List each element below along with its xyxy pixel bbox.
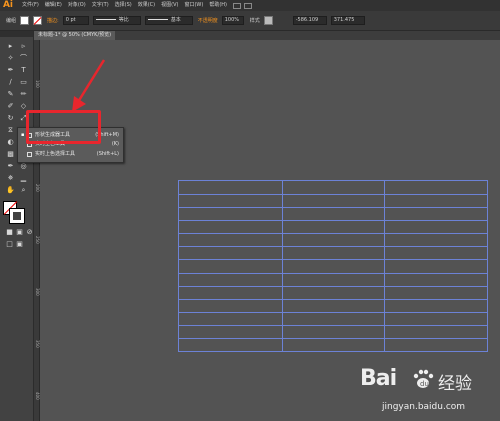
menu-file[interactable]: 文件(F) bbox=[22, 0, 39, 11]
style-label: 样式 bbox=[249, 18, 260, 24]
line-tool-icon[interactable]: ∕ bbox=[5, 77, 16, 87]
stroke-color-swatch[interactable] bbox=[33, 16, 43, 25]
paw-icon: du bbox=[413, 369, 434, 388]
direct-selection-tool-icon[interactable]: ▹ bbox=[18, 41, 29, 51]
flyout-item-label: 实时上色选择工具 bbox=[35, 151, 76, 157]
brush-line-icon bbox=[147, 19, 168, 20]
mesh-tool-icon[interactable]: ▩ bbox=[5, 149, 16, 159]
app-logo: Ai bbox=[2, 0, 14, 10]
screen-mode-icon[interactable]: ▣ bbox=[14, 239, 25, 249]
menu-window[interactable]: 窗口(W) bbox=[184, 0, 203, 11]
grid-row-line bbox=[179, 259, 487, 260]
svg-text:du: du bbox=[420, 380, 429, 388]
table-grid-artwork[interactable] bbox=[178, 180, 488, 352]
grid-row-line bbox=[179, 286, 487, 287]
brush-label: 基本 bbox=[170, 17, 181, 23]
symbol-sprayer-tool-icon[interactable]: ✵ bbox=[5, 173, 16, 183]
fill-color-swatch[interactable] bbox=[20, 16, 30, 25]
variable-width-profile-select[interactable]: 等比 bbox=[92, 16, 141, 25]
profile-line-icon bbox=[95, 19, 116, 20]
brush-definition-select[interactable]: 基本 bbox=[144, 16, 193, 25]
menu-type[interactable]: 文字(T) bbox=[92, 0, 109, 11]
ruler-mark: 100 bbox=[35, 80, 40, 88]
flyout-item-shortcut: (Shift+L) bbox=[96, 151, 119, 157]
width-field[interactable]: 371.475 bbox=[330, 16, 365, 25]
graphic-style-swatch[interactable] bbox=[263, 16, 273, 25]
grid-row-line bbox=[179, 246, 487, 247]
magic-wand-tool-icon[interactable]: ✧ bbox=[5, 53, 16, 63]
profile-label: 等比 bbox=[118, 17, 129, 23]
flyout-item-shortcut: (K) bbox=[111, 141, 119, 147]
menu-help[interactable]: 帮助(H) bbox=[209, 0, 227, 11]
menu-bar-icons bbox=[233, 2, 255, 9]
grid-row-line bbox=[179, 299, 487, 300]
menu-view[interactable]: 视图(V) bbox=[161, 0, 178, 11]
stroke-label[interactable]: 描边: bbox=[47, 17, 59, 24]
grid-row-line bbox=[179, 220, 487, 221]
tools-panel: ▸ ▹ ✧ ⌒ ✒ T ∕ ▭ ✎ ✏ ✐ ◇ ↻ ⤢ ⧖ ▢ ◐ ▦ ▩ ▤ … bbox=[0, 31, 34, 421]
watermark-url: jingyan.baidu.com bbox=[382, 402, 466, 412]
zoom-tool-icon[interactable]: ⌕ bbox=[18, 185, 29, 195]
width-tool-icon[interactable]: ⧖ bbox=[5, 125, 16, 135]
menu-effect[interactable]: 效果(C) bbox=[138, 0, 155, 11]
control-bar: 编组 描边: 0 pt 等比 基本 不透明度 100% 样式 -586.109 … bbox=[0, 11, 500, 31]
pencil-tool-icon[interactable]: ✏ bbox=[18, 89, 29, 99]
type-tool-icon[interactable]: T bbox=[18, 65, 29, 75]
grid-row-line bbox=[179, 273, 487, 274]
lasso-tool-icon[interactable]: ⌒ bbox=[18, 53, 29, 63]
blob-brush-tool-icon[interactable]: ✐ bbox=[5, 101, 16, 111]
menu-select[interactable]: 选择(S) bbox=[115, 0, 132, 11]
opacity-label[interactable]: 不透明度 bbox=[198, 17, 218, 24]
grid-column-line bbox=[282, 181, 283, 351]
bridge-icon[interactable] bbox=[233, 2, 241, 9]
grid-row-line bbox=[179, 207, 487, 208]
arrange-documents-icon[interactable] bbox=[244, 2, 252, 9]
pen-tool-icon[interactable]: ✒ bbox=[5, 65, 16, 75]
grid-row-line bbox=[179, 338, 487, 339]
document-tab-bar: 未标题-1* @ 50% (CMYK/预览) bbox=[34, 31, 500, 40]
stroke-weight-field[interactable]: 0 pt bbox=[62, 16, 89, 25]
menu-bar: Ai 文件(F) 编辑(E) 对象(O) 文字(T) 选择(S) 效果(C) 视… bbox=[0, 0, 500, 11]
hand-tool-icon[interactable]: ✋ bbox=[5, 185, 16, 195]
flyout-item-live-paint-selection[interactable]: 实时上色选择工具 (Shift+L) bbox=[18, 150, 123, 159]
stroke-swatch[interactable] bbox=[9, 208, 25, 224]
baidu-jingyan-watermark: Bai du 经验 jingyan.baidu.com bbox=[360, 366, 500, 421]
ruler-mark: 350 bbox=[35, 340, 40, 348]
grid-row-line bbox=[179, 312, 487, 313]
rectangle-tool-icon[interactable]: ▭ bbox=[18, 77, 29, 87]
menu-object[interactable]: 对象(O) bbox=[68, 0, 86, 11]
selection-context-label: 编组 bbox=[6, 18, 17, 24]
rotate-tool-icon[interactable]: ↻ bbox=[5, 113, 16, 123]
ruler-mark: 400 bbox=[35, 392, 40, 400]
shape-builder-tool-icon[interactable]: ◐ bbox=[5, 137, 16, 147]
red-arrow-annotation bbox=[72, 59, 106, 112]
live-paint-selection-icon bbox=[27, 152, 32, 157]
opacity-field[interactable]: 100% bbox=[221, 16, 244, 25]
ruler-mark: 300 bbox=[35, 288, 40, 296]
watermark-logo-text: Bai bbox=[360, 366, 397, 391]
column-graph-tool-icon[interactable]: ▁ bbox=[18, 173, 29, 183]
grid-row-line bbox=[179, 233, 487, 234]
paintbrush-tool-icon[interactable]: ✎ bbox=[5, 89, 16, 99]
ruler-mark: 200 bbox=[35, 184, 40, 192]
tools-panel-header[interactable] bbox=[0, 31, 33, 37]
grid-column-line bbox=[384, 181, 385, 351]
grid-row-line bbox=[179, 194, 487, 195]
selected-bullet-icon: ▪ bbox=[21, 132, 25, 138]
selection-tool-icon[interactable]: ▸ bbox=[5, 41, 16, 51]
eyedropper-tool-icon[interactable]: ✒ bbox=[5, 161, 16, 171]
illustrator-window: Ai 文件(F) 编辑(E) 对象(O) 文字(T) 选择(S) 效果(C) 视… bbox=[0, 0, 500, 421]
x-position-field[interactable]: -586.109 bbox=[292, 16, 327, 25]
ruler-mark: 250 bbox=[35, 236, 40, 244]
grid-row-line bbox=[179, 325, 487, 326]
document-tab[interactable]: 未标题-1* @ 50% (CMYK/预览) bbox=[34, 31, 116, 40]
menu-edit[interactable]: 编辑(E) bbox=[45, 0, 62, 11]
vertical-ruler: 100 150 200 250 300 350 400 bbox=[34, 40, 40, 421]
watermark-jingyan-text: 经验 bbox=[438, 374, 472, 394]
